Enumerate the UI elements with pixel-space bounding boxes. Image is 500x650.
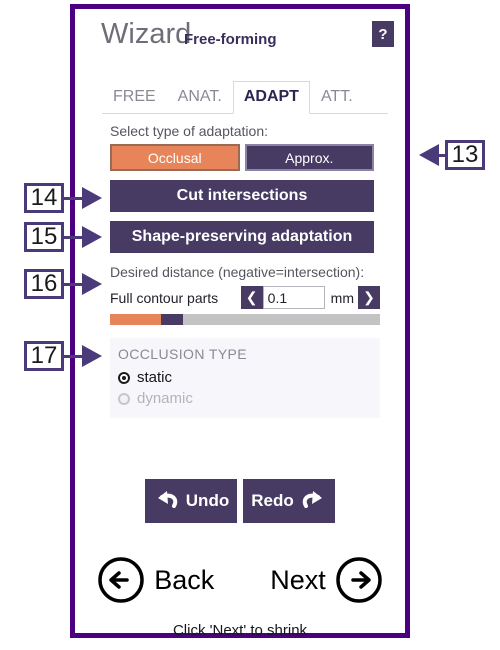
next-button[interactable]: Next [270,555,384,605]
undo-arrow-icon [157,491,177,508]
callout-stem [64,235,82,239]
panel-body: Select type of adaptation: Occlusal Appr… [75,114,405,418]
adaptation-type-toggle: Occlusal Approx. [110,144,374,171]
callout-number: 17 [24,341,64,371]
callout-number: 15 [24,222,64,252]
callout-number: 14 [24,183,64,213]
navigation-controls: Back Next [75,555,405,605]
redo-button[interactable]: Redo [243,479,335,523]
radio-dynamic: dynamic [118,390,380,407]
shape-preserving-adaptation-button[interactable]: Shape-preserving adaptation [110,221,374,253]
occlusion-type-heading: OCCLUSION TYPE [118,346,248,362]
arrow-left-circle-icon [98,557,144,603]
distance-input[interactable] [262,286,325,309]
chevron-right-icon[interactable]: ❯ [358,286,380,309]
callout-arrow-icon [82,345,102,367]
chevron-left-icon[interactable]: ❮ [240,286,263,309]
distance-progress-bar[interactable] [110,314,380,325]
distance-field-name: Full contour parts [110,289,219,306]
progress-segment-purple [161,314,183,325]
page-title: Wizard [101,18,192,50]
history-controls: Undo Redo [75,479,405,523]
cut-intersections-button[interactable]: Cut intersections [110,180,374,212]
next-label: Next [270,564,326,595]
panel-header: Wizard Free-forming ? [75,9,405,67]
arrow-right-circle-icon [336,557,382,603]
callout-arrow-icon [419,144,439,166]
adaptation-option-occlusal[interactable]: Occlusal [110,144,240,171]
distance-stepper: Full contour parts ❮ mm ❯ [110,285,380,310]
adaptation-option-approx[interactable]: Approx. [244,144,374,171]
wizard-panel: Wizard Free-forming ? FREE ANAT. ADAPT A… [70,4,410,639]
callout-arrow-icon [82,273,102,295]
page-subtitle: Free-forming [184,31,277,48]
callout-17: 17 [24,341,102,371]
callout-arrow-icon [82,226,102,248]
desired-distance-label: Desired distance (negative=intersection)… [110,264,365,280]
distance-unit-label: mm [330,289,354,306]
radio-dynamic-label: dynamic [137,390,193,407]
callout-14: 14 [24,183,102,213]
back-label: Back [154,564,215,595]
callout-13: 13 [419,140,485,170]
callout-stem [64,282,82,286]
callout-number: 13 [445,140,485,170]
hint-text: Click 'Next' to shrink [172,622,308,639]
redo-label: Redo [251,491,294,510]
tab-adapt[interactable]: ADAPT [232,81,310,114]
back-button[interactable]: Back [96,555,214,605]
help-button[interactable]: ? [372,21,394,47]
tab-att[interactable]: ATT. [310,81,364,113]
undo-button[interactable]: Undo [145,479,237,523]
tab-bar: FREE ANAT. ADAPT ATT. [102,81,388,114]
tab-free[interactable]: FREE [102,81,167,113]
callout-number: 16 [24,269,64,299]
callout-stem [64,196,82,200]
undo-label: Undo [185,491,230,510]
radio-static[interactable]: static [118,369,380,386]
tab-anat[interactable]: ANAT. [167,81,233,113]
callout-15: 15 [24,222,102,252]
callout-arrow-icon [82,187,102,209]
callout-stem [64,354,82,358]
progress-segment-orange [110,314,162,325]
occlusion-type-panel: OCCLUSION TYPE static dynamic [110,338,380,418]
radio-static-label: static [137,369,173,386]
adaptation-type-label: Select type of adaptation: [110,123,268,139]
radio-button-icon [118,371,130,384]
callout-16: 16 [24,269,102,299]
radio-button-icon [118,392,130,405]
redo-arrow-icon [302,491,322,508]
